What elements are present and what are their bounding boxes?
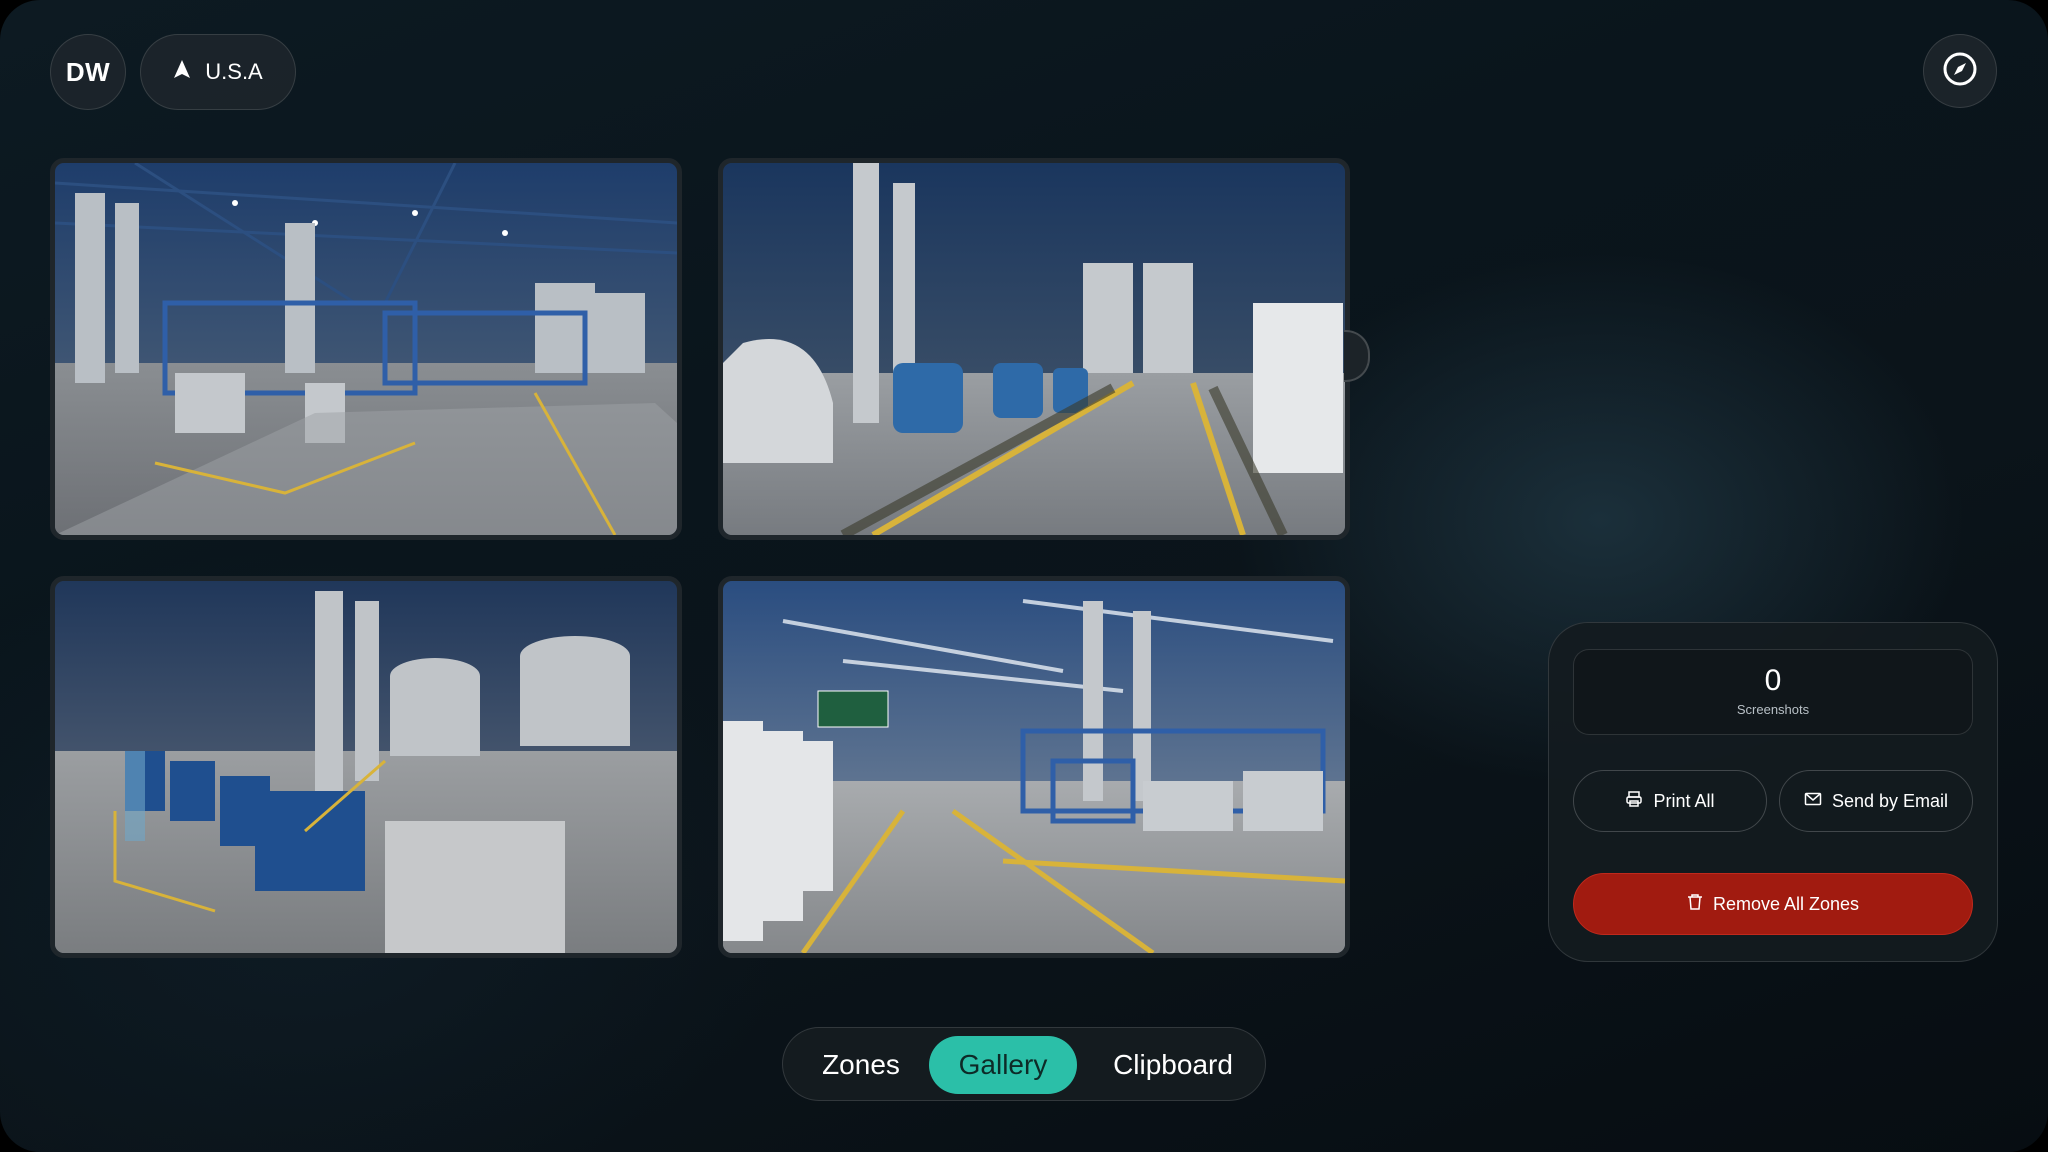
screenshot-label: Screenshots [1736,702,1810,717]
screenshot-panel: 0 Screenshots Print All Send by Email Re… [1548,622,1998,962]
avatar-initials: DW [65,56,111,87]
user-avatar[interactable]: DW [50,34,126,110]
printer-icon [1625,790,1643,813]
print-all-label: Print All [1653,790,1715,811]
compass-icon [1942,51,1978,92]
gallery-image[interactable] [50,158,682,540]
screenshot-counter: 0 Screenshots [1573,649,1973,735]
factory-photo [723,163,1345,535]
navigation-arrow-icon [173,59,191,85]
send-email-button[interactable]: Send by Email [1779,770,1973,832]
gallery-image[interactable] [50,576,682,958]
gallery-image[interactable] [718,158,1350,540]
location-label: U.S.A [205,59,263,84]
remove-all-zones-button[interactable]: Remove All Zones [1573,873,1973,935]
tab-clipboard[interactable]: Clipboard [1093,1036,1253,1094]
factory-photo [723,581,1345,953]
mail-icon [1804,791,1822,812]
tab-gallery[interactable]: Gallery [929,1036,1077,1094]
send-email-label: Send by Email [1831,790,1949,811]
screenshot-count: 0 [1764,664,1782,697]
view-tab-bar: Zones Gallery Clipboard [782,1027,1266,1101]
gallery-scroll-handle[interactable] [1344,330,1370,382]
factory-photo [55,163,677,535]
trash-icon [1687,893,1703,916]
location-selector[interactable]: U.S.A [140,34,296,110]
tab-zones[interactable]: Zones [807,1036,915,1094]
gallery-image[interactable] [718,576,1350,958]
compass-button[interactable] [1923,34,1997,108]
factory-photo [55,581,677,953]
print-all-button[interactable]: Print All [1573,770,1767,832]
app-frame: DW U.S.A 0 Screenshots Print All Send by… [0,0,2048,1152]
remove-all-zones-label: Remove All Zones [1712,893,1860,914]
